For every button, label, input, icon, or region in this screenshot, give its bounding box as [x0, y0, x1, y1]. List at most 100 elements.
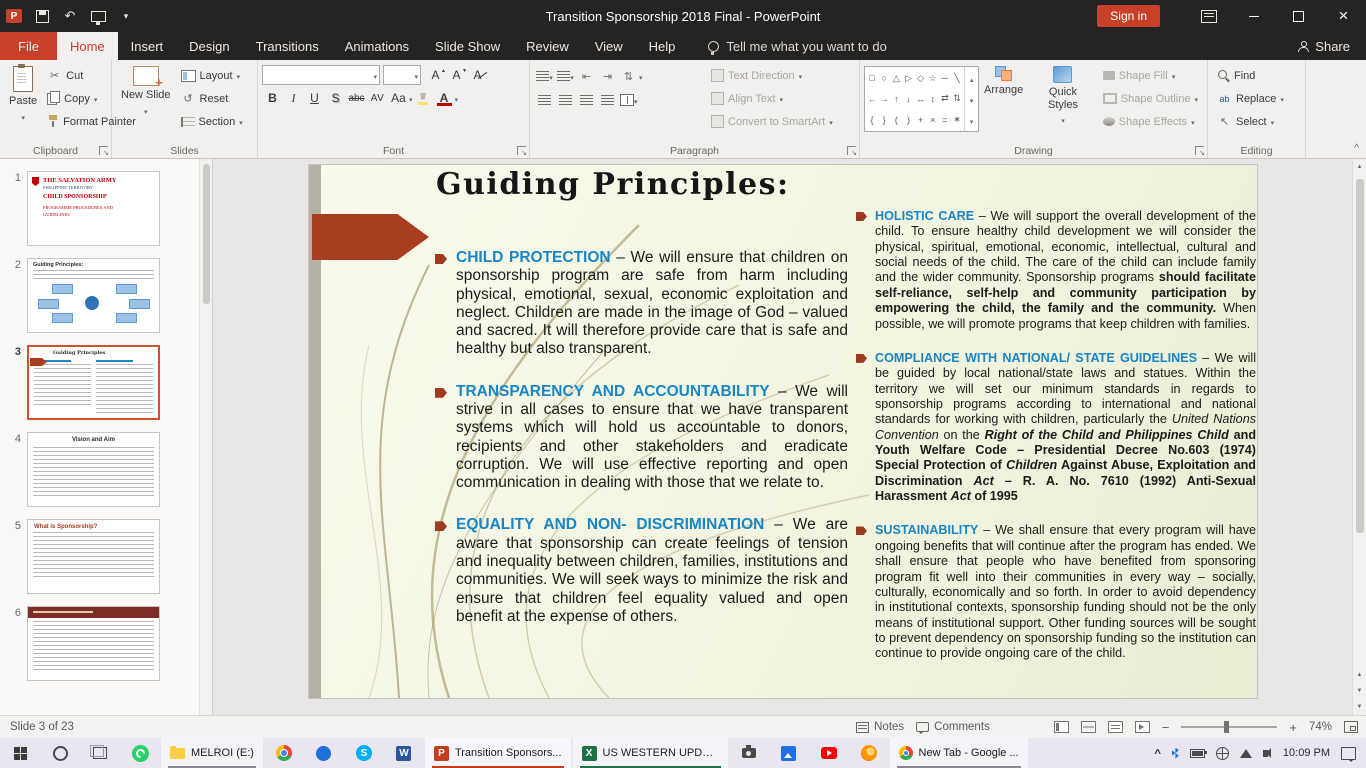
decrease-font-size-button[interactable]: A [446, 65, 467, 85]
tab-animations[interactable]: Animations [332, 32, 422, 60]
shape-option[interactable]: ╲ [954, 73, 959, 84]
customize-quick-access-button[interactable] [112, 0, 140, 32]
skype-button[interactable] [344, 738, 384, 768]
tab-insert[interactable]: Insert [118, 32, 177, 60]
slide-right-column[interactable]: HOLISTIC CARE – We will support the over… [856, 209, 1256, 662]
search-button[interactable] [40, 738, 80, 768]
battery-icon[interactable] [1189, 748, 1207, 758]
scrollbar-thumb[interactable] [1356, 179, 1364, 534]
scroll-up-icon[interactable] [1353, 159, 1366, 175]
slide-thumbnail-1[interactable]: THE SALVATION ARMY PHILIPPINE TERRITORY … [27, 171, 160, 246]
text-highlight-button[interactable] [413, 88, 434, 108]
slide-thumbnail-4[interactable]: Vision and Aim [27, 432, 160, 507]
shape-option[interactable]: □ [869, 73, 874, 83]
task-view-button[interactable] [80, 738, 120, 768]
layout-button[interactable]: Layout [176, 65, 248, 86]
thumbnail-row-4[interactable]: 4 Vision and Aim [9, 432, 192, 507]
bluetooth-icon[interactable] [1171, 747, 1179, 759]
shape-option[interactable]: ⇄ [941, 93, 949, 104]
excel-taskbar-button[interactable]: US WESTERN UPDA... [572, 738, 728, 768]
sign-in-button[interactable]: Sign in [1097, 5, 1160, 27]
comments-button[interactable]: Comments [916, 721, 990, 734]
shape-option[interactable]: ∗ [953, 114, 961, 125]
shape-option[interactable]: ↕ [930, 94, 935, 104]
minimize-button[interactable] [1231, 0, 1276, 32]
zoom-level[interactable]: 74% [1309, 721, 1332, 733]
slide-3[interactable]: Guiding Principles: CHILD PROTECTION – W… [308, 164, 1258, 699]
zoom-in-button[interactable]: + [1289, 720, 1297, 735]
reading-view-button[interactable] [1107, 721, 1123, 733]
bullets-button[interactable] [534, 66, 555, 86]
arrange-button[interactable]: Arrange [979, 63, 1028, 100]
shapes-scroll-down-icon[interactable] [969, 90, 975, 108]
align-center-button[interactable] [555, 90, 576, 110]
whatsapp-button[interactable] [120, 738, 160, 768]
slide-thumbnail-3[interactable]: Guiding Principles [27, 345, 160, 420]
zoom-slider-thumb[interactable] [1223, 721, 1229, 733]
fit-slide-to-window-button[interactable] [1344, 721, 1358, 733]
scrollbar-thumb[interactable] [203, 164, 210, 304]
thumbnail-panel-scrollbar[interactable] [199, 159, 212, 715]
shape-option[interactable]: ← [868, 94, 877, 104]
shape-option[interactable]: × [930, 115, 935, 125]
slide-sorter-view-button[interactable] [1080, 721, 1096, 733]
shape-option[interactable]: ) [907, 115, 910, 125]
shape-option[interactable]: ◇ [917, 73, 924, 84]
strikethrough-button[interactable]: abc [346, 88, 367, 108]
numbering-button[interactable] [555, 66, 576, 86]
shape-effects-button[interactable]: Shape Effects [1098, 111, 1203, 132]
photos-button[interactable] [769, 738, 809, 768]
shape-option[interactable]: + [918, 115, 923, 125]
align-text-button[interactable]: Align Text [706, 88, 838, 109]
slide-title[interactable]: Guiding Principles: [436, 167, 790, 202]
close-button[interactable] [1321, 0, 1366, 32]
shape-option[interactable]: } [883, 115, 886, 125]
firefox-button[interactable] [849, 738, 889, 768]
start-button[interactable] [0, 738, 40, 768]
shape-option[interactable]: → [880, 94, 889, 104]
main-scrollbar[interactable] [1352, 159, 1366, 715]
shape-fill-button[interactable]: Shape Fill [1098, 65, 1203, 86]
shape-option[interactable]: △ [893, 73, 900, 84]
font-dialog-launcher[interactable] [517, 146, 527, 157]
tab-file[interactable]: File [0, 32, 57, 60]
change-case-button[interactable]: Aa [388, 88, 409, 108]
thumbnail-row-6[interactable]: 6 [9, 606, 192, 681]
shape-option[interactable]: ↑ [894, 94, 899, 104]
undo-button[interactable] [56, 0, 84, 32]
paste-dropdown-arrow[interactable] [21, 111, 25, 124]
slide-left-column[interactable]: CHILD PROTECTION – We will ensure that c… [435, 249, 848, 626]
shapes-scrollbar[interactable] [964, 67, 978, 131]
thumbnail-row-5[interactable]: 5 What is Sponsorship? [9, 519, 192, 594]
next-slide-button[interactable] [1353, 683, 1366, 699]
slideshow-view-button[interactable] [1134, 721, 1150, 733]
ribbon-display-options-button[interactable] [1186, 0, 1231, 32]
chrome-button[interactable] [264, 738, 304, 768]
clock[interactable]: 10:09 PM [1283, 747, 1330, 759]
thumbnail-row-2[interactable]: 2 Guiding Principles: [9, 258, 192, 333]
tab-transitions[interactable]: Transitions [243, 32, 332, 60]
notes-button[interactable]: Notes [856, 721, 904, 733]
increase-font-size-button[interactable]: A [425, 65, 446, 85]
normal-view-button[interactable] [1053, 721, 1069, 733]
align-left-button[interactable] [534, 90, 555, 110]
paragraph-dialog-launcher[interactable] [847, 146, 857, 157]
decrease-indent-button[interactable] [576, 66, 597, 86]
shape-option[interactable]: ↓ [906, 94, 911, 104]
save-button[interactable] [28, 0, 56, 32]
paste-button[interactable]: Paste [4, 63, 42, 126]
notification-center-icon[interactable] [1341, 746, 1356, 762]
new-slide-button[interactable]: New Slide [116, 63, 176, 120]
tab-home[interactable]: Home [56, 32, 118, 60]
shape-outline-button[interactable]: Shape Outline [1098, 88, 1203, 109]
slide-thumbnail-2[interactable]: Guiding Principles: [27, 258, 160, 333]
shape-option[interactable]: ☆ [929, 73, 937, 84]
tell-me-box[interactable]: Tell me what you want to do [708, 32, 887, 60]
thumbnail-row-1[interactable]: 1 THE SALVATION ARMY PHILIPPINE TERRITOR… [9, 171, 192, 246]
font-name-select[interactable] [262, 65, 380, 85]
shape-option[interactable]: ↔ [916, 94, 925, 104]
network-icon[interactable] [1215, 746, 1229, 760]
quick-styles-button[interactable]: Quick Styles [1028, 63, 1098, 130]
text-direction-button[interactable]: Text Direction [706, 65, 838, 86]
tray-expand-icon[interactable] [1154, 744, 1160, 762]
